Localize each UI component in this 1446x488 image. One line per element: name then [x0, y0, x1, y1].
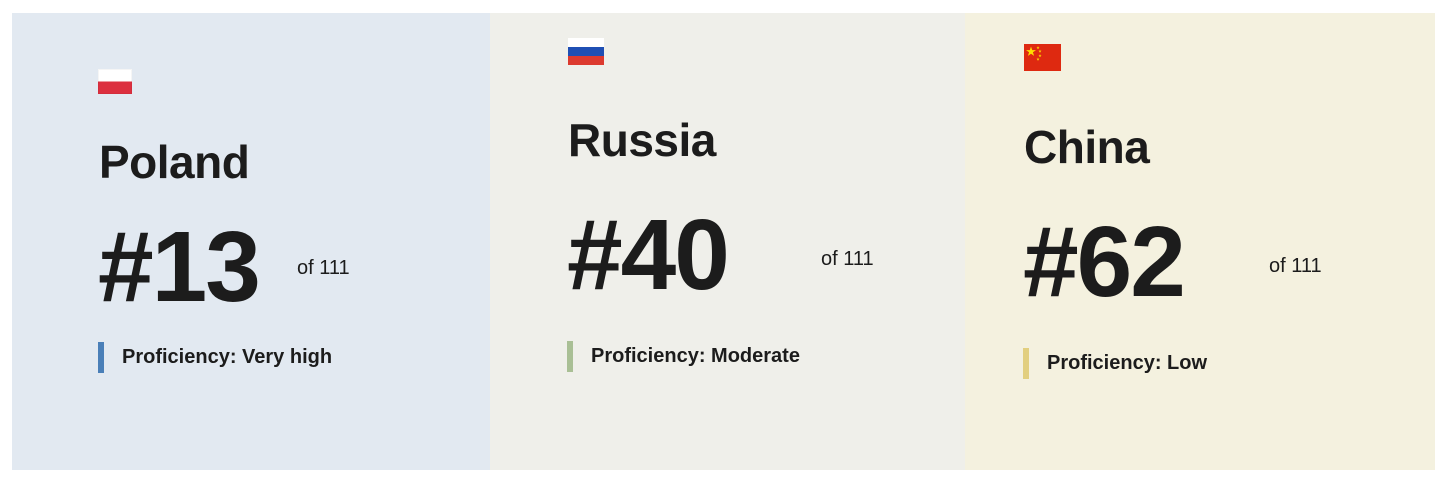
country-rank: #62 [1023, 206, 1186, 318]
rank-total: of 111 [1269, 255, 1322, 277]
country-name: Poland [99, 136, 250, 188]
country-card-poland: Poland #13 of 111 Proficiency: Very high [12, 13, 490, 470]
china-flag-icon [1024, 44, 1061, 71]
proficiency-label: Proficiency: Very high [122, 346, 333, 368]
country-name: Russia [568, 114, 716, 166]
russia-flag-icon [568, 38, 604, 65]
proficiency-bar [567, 341, 573, 372]
country-card-russia: Russia #40 of 111 Proficiency: Moderate [490, 13, 965, 470]
proficiency-indicator: Proficiency: Very high [98, 342, 332, 373]
country-rank: #40 [567, 199, 730, 311]
country-rank: #13 [98, 211, 261, 323]
country-cards-row: Poland #13 of 111 Proficiency: Very high… [12, 13, 1435, 470]
proficiency-label: Proficiency: Moderate [591, 345, 800, 367]
country-card-china: China #62 of 111 Proficiency: Low [965, 13, 1435, 470]
proficiency-label: Proficiency: Low [1047, 352, 1208, 374]
proficiency-indicator: Proficiency: Moderate [567, 341, 800, 372]
rank-total: of 111 [821, 248, 874, 270]
proficiency-bar [1023, 348, 1029, 379]
poland-flag-icon [98, 69, 132, 94]
china-flag-stars [1026, 46, 1042, 61]
proficiency-indicator: Proficiency: Low [1023, 348, 1207, 379]
proficiency-bar [98, 342, 104, 373]
country-name: China [1024, 121, 1150, 173]
rank-total: of 111 [297, 257, 350, 279]
